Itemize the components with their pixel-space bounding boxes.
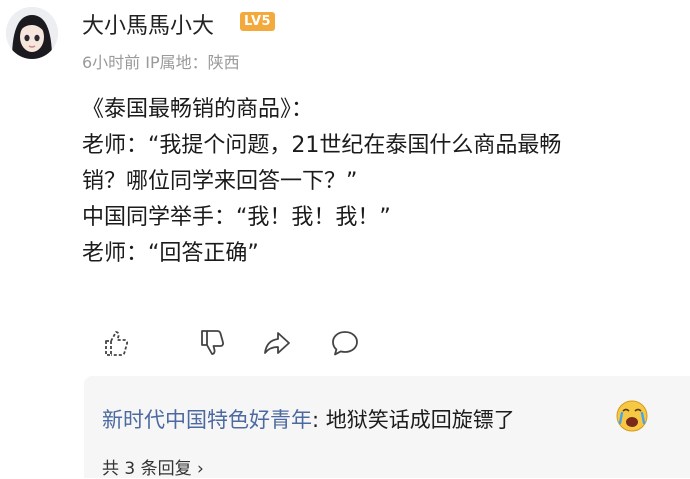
post-line: 销？哪位同学来回答一下？” xyxy=(82,169,358,194)
post-meta: 6小时前 IP属地：陕西 xyxy=(82,53,240,72)
reply-line: 新时代中国特色好青年: 地狱笑话成回旋镖了 xyxy=(102,404,515,434)
avatar-illustration xyxy=(6,7,58,59)
thumbs-up-icon[interactable] xyxy=(100,326,134,360)
view-replies-link[interactable]: 共 3 条回复 › xyxy=(102,454,204,479)
post-header: 大小馬馬小大 LV5 6小时前 IP属地：陕西 xyxy=(0,0,690,80)
thumbs-down-icon[interactable] xyxy=(196,326,230,360)
comment-icon[interactable] xyxy=(328,326,362,360)
reply-text: 地狱笑话成回旋镖了 xyxy=(325,408,515,432)
username[interactable]: 大小馬馬小大 xyxy=(82,8,214,40)
level-badge: LV5 xyxy=(240,12,276,31)
reply-separator: : xyxy=(312,408,326,432)
avatar[interactable] xyxy=(6,7,58,59)
post-body: 《泰国最畅销的商品》： 老师：“我提个问题，21世纪在泰国什么商品最畅 销？哪位… xyxy=(82,92,687,272)
post-line: 中国同学举手：“我！我！我！” xyxy=(82,205,391,230)
share-icon[interactable] xyxy=(260,326,294,360)
reply-preview[interactable]: 新时代中国特色好青年: 地狱笑话成回旋镖了 共 3 条回复 › xyxy=(84,376,690,479)
post-line: 《泰国最畅销的商品》： xyxy=(82,97,314,122)
post-actions xyxy=(100,326,400,360)
crying-face-icon xyxy=(614,398,650,434)
post-line: 老师：“回答正确” xyxy=(82,241,259,266)
reply-username[interactable]: 新时代中国特色好青年 xyxy=(102,408,312,432)
post-line: 老师：“我提个问题，21世纪在泰国什么商品最畅 xyxy=(82,133,562,158)
